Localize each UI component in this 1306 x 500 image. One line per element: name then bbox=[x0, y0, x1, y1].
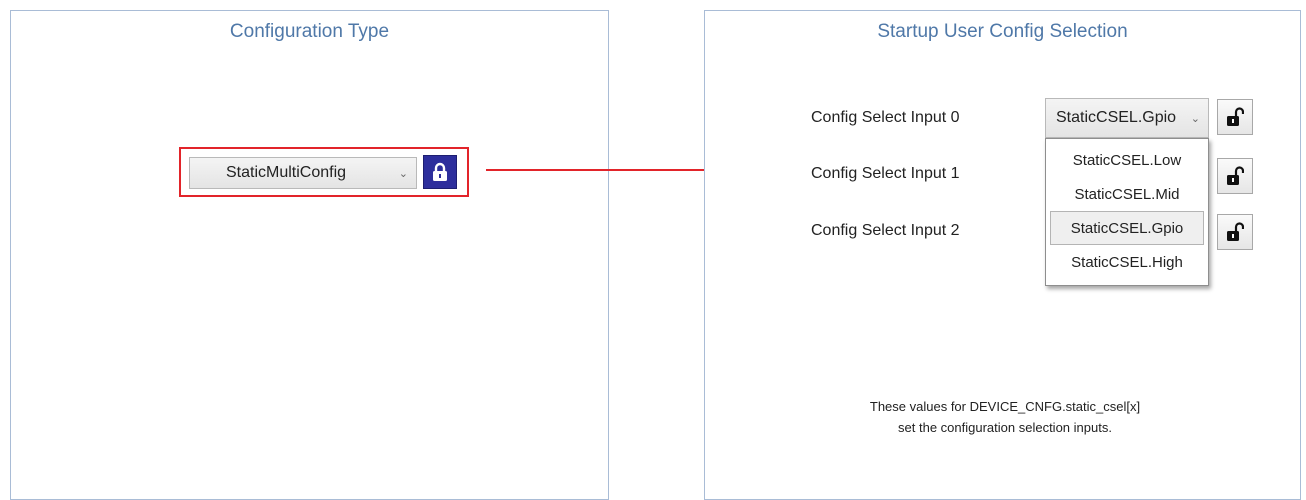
startup-config-panel: Startup User Config Selection Config Sel… bbox=[704, 10, 1301, 500]
lock-icon bbox=[433, 162, 447, 181]
unlock-button-2[interactable] bbox=[1217, 214, 1253, 250]
config-select-input-0-select[interactable]: StaticCSEL.Gpio ⌄ bbox=[1045, 98, 1209, 138]
help-note: These values for DEVICE_CNFG.static_csel… bbox=[805, 396, 1205, 438]
unlock-icon bbox=[1227, 166, 1244, 185]
panel-title: Configuration Type bbox=[229, 21, 390, 42]
config-select-input-0-label: Config Select Input 0 bbox=[811, 109, 960, 126]
dropdown-option[interactable]: StaticCSEL.High bbox=[1050, 245, 1204, 279]
chevron-down-icon: ⌄ bbox=[398, 167, 408, 180]
config-select-input-2-label: Config Select Input 2 bbox=[811, 222, 960, 239]
dropdown-option[interactable]: StaticCSEL.Low bbox=[1050, 143, 1204, 177]
chevron-down-icon: ⌄ bbox=[1190, 112, 1200, 125]
configuration-type-panel: Configuration Type StaticMultiConfig ⌄ bbox=[10, 10, 609, 500]
unlock-button-0[interactable] bbox=[1217, 99, 1253, 135]
panel-title: Startup User Config Selection bbox=[877, 21, 1128, 42]
unlock-button-1[interactable] bbox=[1217, 158, 1253, 194]
configuration-type-select[interactable]: StaticMultiConfig ⌄ bbox=[189, 157, 417, 189]
help-note-line: These values for DEVICE_CNFG.static_csel… bbox=[869, 399, 1141, 414]
unlock-icon bbox=[1227, 107, 1244, 126]
lock-button[interactable] bbox=[423, 155, 457, 189]
dropdown-option[interactable]: StaticCSEL.Mid bbox=[1050, 177, 1204, 211]
help-note-line: set the configuration selection inputs. bbox=[898, 420, 1112, 435]
configuration-type-value: StaticMultiConfig bbox=[226, 164, 347, 181]
config-select-dropdown-list[interactable]: StaticCSEL.Low StaticCSEL.Mid StaticCSEL… bbox=[1045, 138, 1209, 286]
dropdown-option-selected[interactable]: StaticCSEL.Gpio bbox=[1050, 211, 1204, 245]
config-select-input-0-value: StaticCSEL.Gpio bbox=[1056, 109, 1177, 126]
config-select-input-1-label: Config Select Input 1 bbox=[811, 165, 960, 182]
highlight-frame: StaticMultiConfig ⌄ bbox=[179, 147, 469, 197]
unlock-icon bbox=[1227, 222, 1244, 241]
